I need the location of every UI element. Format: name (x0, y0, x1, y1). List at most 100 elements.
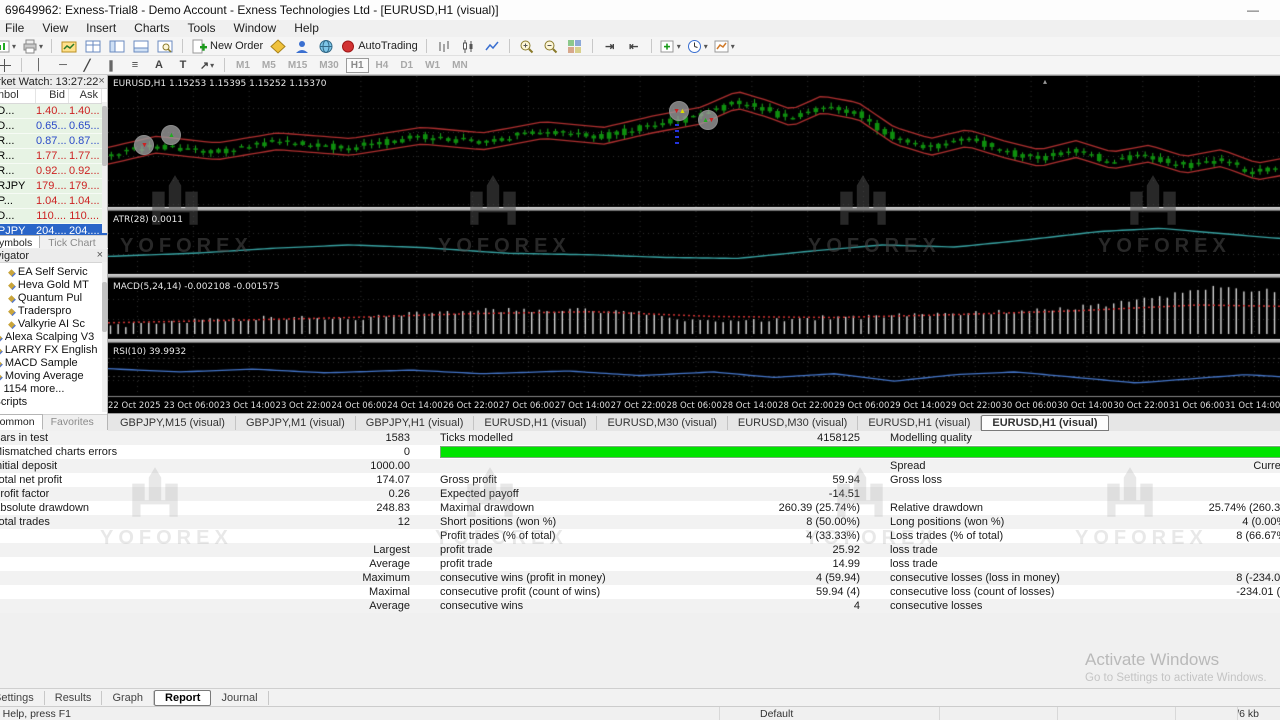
timeframe-button[interactable]: H4 (371, 58, 394, 73)
market-watch-row[interactable]: GBPJPY 204.... 204.... (0, 224, 107, 235)
tester-tab[interactable]: Graph (102, 691, 154, 705)
menu-item[interactable]: Charts (125, 20, 178, 37)
bid-cell: 1.77... (36, 149, 69, 163)
symbol-column-header[interactable]: Symbol (0, 89, 36, 103)
ask-column-header[interactable]: Ask (69, 89, 102, 103)
close-icon[interactable]: × (97, 250, 103, 261)
timeframe-button[interactable]: M30 (314, 58, 343, 73)
navigator-item[interactable]: ◆ Valkyrie AI Sc (0, 318, 107, 331)
tester-tab[interactable]: Report (154, 690, 211, 706)
close-icon[interactable]: × (98, 76, 104, 87)
navigator-item[interactable]: ▤ Scripts (0, 396, 107, 409)
market-watch-tab[interactable]: Symbols (0, 235, 40, 248)
trendline-tool-button[interactable]: ╱ (76, 57, 98, 74)
periods-button[interactable]: ▾ (685, 38, 710, 55)
navigator-button[interactable] (106, 38, 128, 55)
menu-item[interactable]: Window (225, 20, 286, 37)
tester-tab[interactable]: Journal (211, 691, 268, 705)
navigator-item[interactable]: ◆ LARRY FX English (0, 344, 107, 357)
minimize-button[interactable]: — (1246, 3, 1260, 17)
navigator-item[interactable]: ◆ Traderspro (0, 305, 107, 318)
chart-tab[interactable]: GBPJPY,M1 (visual) (236, 416, 356, 430)
report-row: Maximal consecutive profit (count of win… (0, 585, 1280, 599)
navigator-item[interactable]: ◆ Alexa Scalping V3 (0, 331, 107, 344)
timeframe-button[interactable]: D1 (395, 58, 418, 73)
strategy-tester-button[interactable] (154, 38, 176, 55)
chart-shift-button[interactable]: ⇤ (623, 38, 645, 55)
navigator-tab[interactable]: Favorites (43, 414, 102, 430)
navigator-tab[interactable]: Common (0, 414, 43, 430)
market-watch-row[interactable]: AUD... 0.65... 0.65... (0, 119, 107, 134)
chart-tab[interactable]: GBPJPY,M15 (visual) (110, 416, 236, 430)
timeframe-button[interactable]: M15 (283, 58, 312, 73)
autotrading-button[interactable]: AutoTrading (339, 38, 420, 55)
horizontal-line-tool-button[interactable]: ─ (52, 57, 74, 74)
bar-chart-button[interactable] (433, 38, 455, 55)
terminal-button[interactable] (130, 38, 152, 55)
chart-tab[interactable]: GBPJPY,H1 (visual) (356, 416, 475, 430)
expert-advisors-button[interactable] (291, 38, 313, 55)
text-label-tool-button[interactable]: T (172, 57, 194, 74)
navigator-item[interactable]: ◆ MACD Sample (0, 357, 107, 370)
new-order-button[interactable]: New Order (189, 38, 265, 55)
fibonacci-tool-button[interactable]: ≡ (124, 57, 146, 74)
menu-item[interactable]: Help (285, 20, 328, 37)
timeframe-button[interactable]: M1 (231, 58, 255, 73)
auto-scroll-button[interactable]: ⇥ (599, 38, 621, 55)
market-watch-row[interactable]: USD... 1.40... 1.40... (0, 104, 107, 119)
market-watch-row[interactable]: EUR... 0.92... 0.92... (0, 164, 107, 179)
metaeditor-button[interactable] (267, 38, 289, 55)
timeframe-button[interactable]: MN (447, 58, 473, 73)
status-profile[interactable]: Default (720, 707, 940, 720)
arrows-tool-button[interactable]: ↗▾ (196, 57, 218, 74)
text-tool-button[interactable]: A (148, 57, 170, 74)
tester-tab[interactable]: Results (45, 691, 103, 705)
market-watch-row[interactable]: EUR... 1.77... 1.77... (0, 149, 107, 164)
chart-tab[interactable]: EURUSD,H1 (visual) (858, 416, 981, 430)
market-watch-button[interactable] (82, 38, 104, 55)
market-watch-row[interactable]: EURJPY 179.... 179.... (0, 179, 107, 194)
menu-item[interactable]: File (0, 20, 33, 37)
profiles-button[interactable] (58, 38, 80, 55)
zoom-out-button[interactable] (540, 38, 562, 55)
candlestick-chart-button[interactable] (457, 38, 479, 55)
market-watch-row[interactable]: EUR... 0.87... 0.87... (0, 134, 107, 149)
price-chart-canvas[interactable] (108, 76, 1280, 414)
vertical-line-tool-button[interactable]: │ (28, 57, 50, 74)
timeframe-button[interactable]: H1 (346, 58, 369, 73)
menu-item[interactable]: Insert (77, 20, 125, 37)
navigator-item[interactable]: ◆ Heva Gold MT (0, 279, 107, 292)
indicators-button[interactable]: ▾ (658, 38, 683, 55)
report-label: Profit trades (% of total) (440, 529, 556, 543)
timeframe-button[interactable]: W1 (420, 58, 445, 73)
menu-item[interactable]: Tools (179, 20, 225, 37)
trade-marker-icon: ▲ (161, 125, 181, 145)
menu-item[interactable]: View (33, 20, 77, 37)
market-watch-tab[interactable]: Tick Chart (40, 235, 103, 248)
chart-tab[interactable]: EURUSD,H1 (visual) (474, 416, 597, 430)
bid-column-header[interactable]: Bid (36, 89, 69, 103)
tester-tab[interactable]: Settings (0, 691, 45, 705)
new-chart-button[interactable]: ▾ (0, 38, 18, 55)
market-watch-scrollbar[interactable] (102, 102, 107, 233)
market-watch-row[interactable]: CAD... 110.... 110.... (0, 209, 107, 224)
channel-tool-button[interactable]: ∥ (100, 57, 122, 74)
navigator-item[interactable]: ◆ Quantum Pul (0, 292, 107, 305)
navigator-scrollbar[interactable] (102, 262, 107, 412)
navigator-item[interactable]: ◆ EA Self Servic (0, 266, 107, 279)
market-watch-row[interactable]: GBP... 1.04... 1.04... (0, 194, 107, 209)
tile-windows-button[interactable] (564, 38, 586, 55)
ask-cell: 0.65... (69, 119, 102, 133)
navigator-item[interactable]: ● 1154 more... (0, 383, 107, 396)
print-button[interactable]: ▾ (20, 38, 45, 55)
navigator-item[interactable]: ◆ Moving Average (0, 370, 107, 383)
line-chart-button[interactable] (481, 38, 503, 55)
crosshair-tool-button[interactable] (0, 57, 15, 74)
timeframe-button[interactable]: M5 (257, 58, 281, 73)
chart-tab[interactable]: EURUSD,M30 (visual) (728, 416, 858, 430)
community-button[interactable] (315, 38, 337, 55)
templates-button[interactable]: ▾ (712, 38, 737, 55)
zoom-in-button[interactable] (516, 38, 538, 55)
chart-tab[interactable]: EURUSD,H1 (visual) (981, 415, 1108, 431)
chart-tab[interactable]: EURUSD,M30 (visual) (597, 416, 727, 430)
